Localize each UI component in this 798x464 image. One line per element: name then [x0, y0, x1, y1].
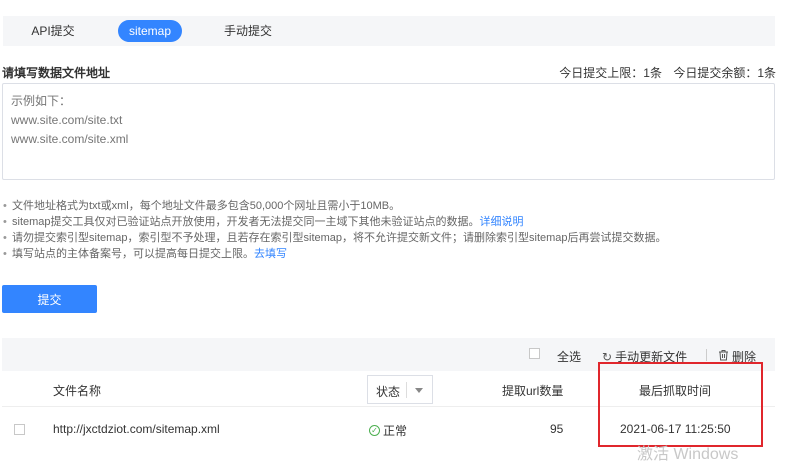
refresh-button[interactable]: ↻ 手动更新文件: [602, 348, 687, 365]
delete-button[interactable]: 删除: [718, 348, 756, 365]
delete-label: 删除: [732, 350, 757, 364]
detail-link[interactable]: 详细说明: [480, 216, 524, 228]
sitemap-url-input[interactable]: [2, 83, 775, 180]
dropdown-divider: [406, 382, 407, 398]
trash-icon: [718, 349, 729, 364]
row-file-url: http://jxctdziot.com/sitemap.xml: [53, 422, 220, 436]
row-url-count: 95: [550, 422, 564, 436]
tab-api[interactable]: API提交: [23, 20, 83, 42]
activation-watermark: 激活 Windows: [637, 446, 739, 463]
header-last-crawl-time: 最后抓取时间: [639, 384, 712, 398]
submission-tabs: API提交 sitemap 手动提交: [3, 16, 775, 46]
tab-manual[interactable]: 手动提交: [212, 20, 284, 42]
status-filter-dropdown[interactable]: 状态: [367, 375, 433, 404]
note-item: 填写站点的主体备案号，可以提高每日提交上限。去填写: [2, 246, 667, 262]
row-last-crawl-time: 2021-06-17 11:25:50: [620, 422, 731, 436]
note-item: sitemap提交工具仅对已验证站点开放使用，开发者无法提交同一主域下其他未验证…: [2, 214, 667, 230]
tab-sitemap[interactable]: sitemap: [118, 20, 182, 42]
fill-in-link[interactable]: 去填写: [254, 248, 287, 260]
refresh-label: 手动更新文件: [615, 350, 688, 364]
row-checkbox[interactable]: [14, 424, 25, 435]
check-circle-icon: ✓: [369, 425, 380, 436]
checkbox-icon: [529, 348, 540, 359]
row-status-label: 正常: [383, 424, 408, 438]
quota-info: 今日提交上限：1条 今日提交余额：1条: [559, 64, 776, 81]
refresh-icon: ↻: [602, 349, 613, 364]
quota-remaining: 今日提交余额：1条: [673, 66, 776, 80]
select-all-label[interactable]: 全选: [557, 348, 581, 365]
header-url-count: 提取url数量: [502, 384, 564, 398]
table-toolbar: 全选 ↻ 手动更新文件 删除: [2, 338, 775, 371]
header-file-name: 文件名称: [53, 384, 102, 398]
select-all-checkbox[interactable]: [529, 348, 540, 359]
note-item: 文件地址格式为txt或xml，每个地址文件最多包含50,000个网址且需小于10…: [2, 198, 667, 214]
submit-button[interactable]: 提交: [2, 285, 97, 313]
toolbar-divider: [706, 349, 707, 361]
table-header: 文件名称 状态 提取url数量 最后抓取时间: [2, 371, 775, 407]
form-title: 请填写数据文件地址: [2, 66, 111, 80]
note-item: 请勿提交索引型sitemap，索引型不予处理，且若存在索引型sitemap，将不…: [2, 230, 667, 246]
header-status: 状态: [376, 385, 401, 399]
quota-limit: 今日提交上限：1条: [559, 66, 662, 80]
notes-list: 文件地址格式为txt或xml，每个地址文件最多包含50,000个网址且需小于10…: [2, 198, 667, 262]
chevron-down-icon: [415, 388, 423, 393]
row-status: ✓ 正常: [369, 422, 407, 439]
